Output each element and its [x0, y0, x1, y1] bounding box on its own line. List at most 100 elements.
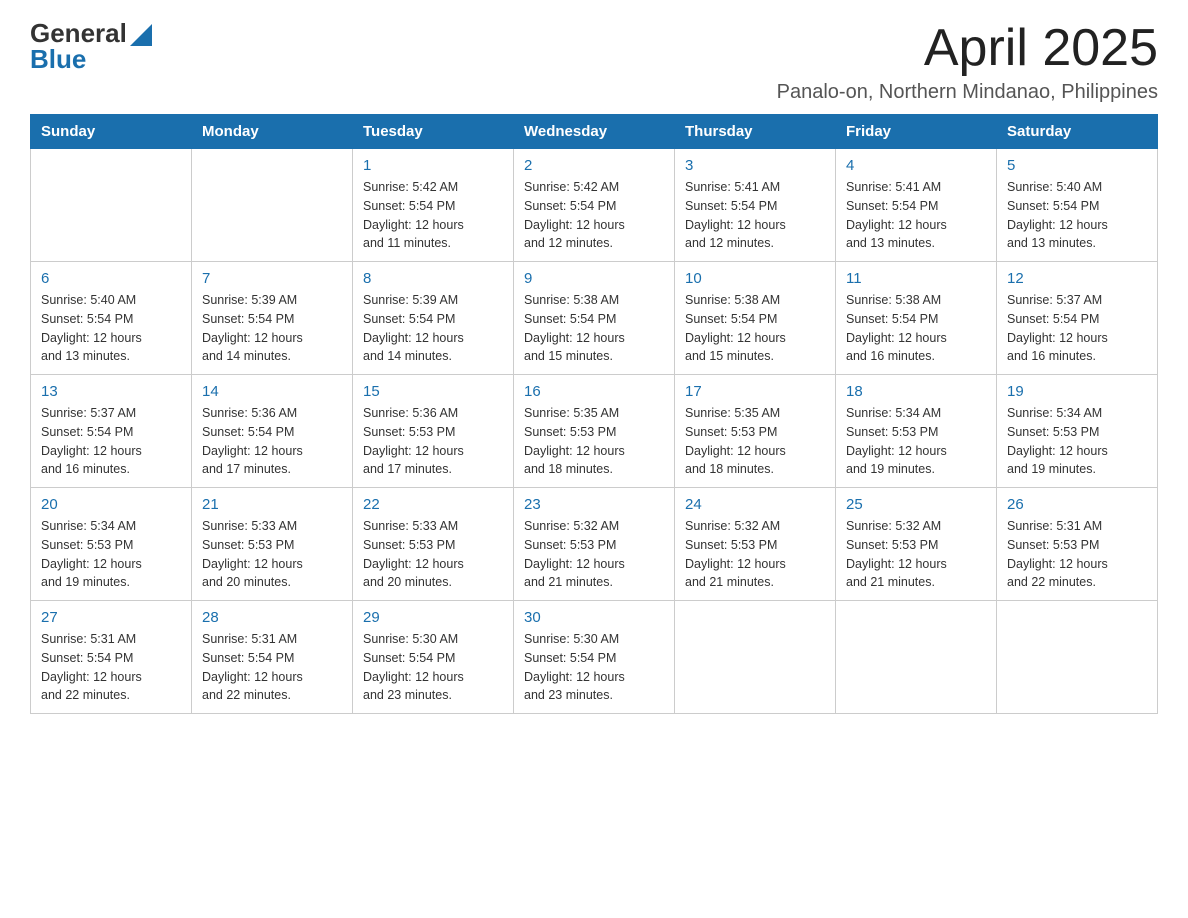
calendar-cell: 13Sunrise: 5:37 AM Sunset: 5:54 PM Dayli… — [31, 375, 192, 488]
day-number: 18 — [846, 383, 986, 400]
calendar-cell: 22Sunrise: 5:33 AM Sunset: 5:53 PM Dayli… — [353, 488, 514, 601]
day-number: 4 — [846, 157, 986, 174]
calendar-cell — [836, 601, 997, 714]
header: General Blue April 2025 Panalo-on, North… — [30, 20, 1158, 104]
calendar-cell — [192, 149, 353, 262]
calendar-cell: 27 Sunrise: 5:31 AM Sunset: 5:54 PM Dayli… — [31, 601, 192, 714]
calendar-header-row: Sunday Monday Tuesday Wednesday Thursday… — [31, 115, 1158, 149]
calendar-cell: 20 Sunrise: 5:34 AM Sunset: 5:53 PM Dayli… — [31, 488, 192, 601]
logo-general-text: General — [30, 20, 127, 46]
col-friday: Friday — [836, 115, 997, 149]
logo-triangle-icon — [130, 24, 152, 46]
calendar-week-row: 20 Sunrise: 5:34 AM Sunset: 5:53 PM Dayli… — [31, 488, 1158, 601]
day-number: 28 — [202, 609, 342, 626]
calendar-table: Sunday Monday Tuesday Wednesday Thursday… — [30, 114, 1158, 714]
day-info: Sunrise: 5:39 AM Sunset: 5:54 PM Dayligh… — [202, 291, 342, 366]
calendar-cell: 9 Sunrise: 5:38 AM Sunset: 5:54 PM Daylig… — [514, 262, 675, 375]
calendar-cell: 19Sunrise: 5:34 AM Sunset: 5:53 PM Dayli… — [997, 375, 1158, 488]
day-number: 9 — [524, 270, 664, 287]
day-info: Sunrise: 5:32 AM Sunset: 5:53 PM Dayligh… — [846, 517, 986, 592]
calendar-cell: 10 Sunrise: 5:38 AM Sunset: 5:54 PM Dayli… — [675, 262, 836, 375]
calendar-cell: 4 Sunrise: 5:41 AM Sunset: 5:54 PM Daylig… — [836, 149, 997, 262]
day-number: 22 — [363, 496, 503, 513]
day-info: Sunrise: 5:31 AM Sunset: 5:53 PM Dayligh… — [1007, 517, 1147, 592]
calendar-week-row: 6 Sunrise: 5:40 AM Sunset: 5:54 PM Daylig… — [31, 262, 1158, 375]
day-number: 21 — [202, 496, 342, 513]
calendar-cell: 8 Sunrise: 5:39 AM Sunset: 5:54 PM Daylig… — [353, 262, 514, 375]
location-subtitle: Panalo-on, Northern Mindanao, Philippine… — [777, 81, 1158, 104]
calendar-cell: 15 Sunrise: 5:36 AM Sunset: 5:53 PM Dayli… — [353, 375, 514, 488]
day-info: Sunrise: 5:36 AM Sunset: 5:54 PM Dayligh… — [202, 404, 342, 479]
day-info: Sunrise: 5:34 AM Sunset: 5:53 PM Dayligh… — [1007, 404, 1147, 479]
calendar-week-row: 1Sunrise: 5:42 AM Sunset: 5:54 PM Daylig… — [31, 149, 1158, 262]
day-number: 29 — [363, 609, 503, 626]
day-info: Sunrise: 5:32 AM Sunset: 5:53 PM Dayligh… — [685, 517, 825, 592]
day-number: 16 — [524, 383, 664, 400]
day-info: Sunrise: 5:42 AM Sunset: 5:54 PM Dayligh… — [363, 178, 503, 253]
calendar-cell — [997, 601, 1158, 714]
calendar-cell: 18 Sunrise: 5:34 AM Sunset: 5:53 PM Dayli… — [836, 375, 997, 488]
calendar-cell: 30 Sunrise: 5:30 AM Sunset: 5:54 PM Dayli… — [514, 601, 675, 714]
calendar-cell: 1Sunrise: 5:42 AM Sunset: 5:54 PM Daylig… — [353, 149, 514, 262]
col-sunday: Sunday — [31, 115, 192, 149]
day-info: Sunrise: 5:40 AM Sunset: 5:54 PM Dayligh… — [1007, 178, 1147, 253]
day-info: Sunrise: 5:38 AM Sunset: 5:54 PM Dayligh… — [524, 291, 664, 366]
col-saturday: Saturday — [997, 115, 1158, 149]
calendar-cell: 29 Sunrise: 5:30 AM Sunset: 5:54 PM Dayli… — [353, 601, 514, 714]
day-number: 30 — [524, 609, 664, 626]
calendar-cell: 2Sunrise: 5:42 AM Sunset: 5:54 PM Daylig… — [514, 149, 675, 262]
col-monday: Monday — [192, 115, 353, 149]
day-info: Sunrise: 5:38 AM Sunset: 5:54 PM Dayligh… — [685, 291, 825, 366]
day-info: Sunrise: 5:37 AM Sunset: 5:54 PM Dayligh… — [1007, 291, 1147, 366]
day-number: 5 — [1007, 157, 1147, 174]
day-info: Sunrise: 5:36 AM Sunset: 5:53 PM Dayligh… — [363, 404, 503, 479]
day-number: 20 — [41, 496, 181, 513]
day-number: 3 — [685, 157, 825, 174]
calendar-cell: 11Sunrise: 5:38 AM Sunset: 5:54 PM Dayli… — [836, 262, 997, 375]
calendar-cell: 26 Sunrise: 5:31 AM Sunset: 5:53 PM Dayli… — [997, 488, 1158, 601]
day-info: Sunrise: 5:31 AM Sunset: 5:54 PM Dayligh… — [41, 630, 181, 705]
day-number: 6 — [41, 270, 181, 287]
day-number: 8 — [363, 270, 503, 287]
calendar-cell: 24Sunrise: 5:32 AM Sunset: 5:53 PM Dayli… — [675, 488, 836, 601]
day-info: Sunrise: 5:30 AM Sunset: 5:54 PM Dayligh… — [363, 630, 503, 705]
col-wednesday: Wednesday — [514, 115, 675, 149]
day-info: Sunrise: 5:34 AM Sunset: 5:53 PM Dayligh… — [41, 517, 181, 592]
day-number: 25 — [846, 496, 986, 513]
calendar-cell: 17Sunrise: 5:35 AM Sunset: 5:53 PM Dayli… — [675, 375, 836, 488]
day-number: 12 — [1007, 270, 1147, 287]
day-number: 15 — [363, 383, 503, 400]
col-tuesday: Tuesday — [353, 115, 514, 149]
logo-blue-text: Blue — [30, 46, 86, 72]
calendar-cell: 21 Sunrise: 5:33 AM Sunset: 5:53 PM Dayli… — [192, 488, 353, 601]
calendar-cell: 14 Sunrise: 5:36 AM Sunset: 5:54 PM Dayli… — [192, 375, 353, 488]
day-info: Sunrise: 5:41 AM Sunset: 5:54 PM Dayligh… — [846, 178, 986, 253]
calendar-cell: 6 Sunrise: 5:40 AM Sunset: 5:54 PM Daylig… — [31, 262, 192, 375]
day-number: 27 — [41, 609, 181, 626]
day-info: Sunrise: 5:37 AM Sunset: 5:54 PM Dayligh… — [41, 404, 181, 479]
day-number: 14 — [202, 383, 342, 400]
day-info: Sunrise: 5:33 AM Sunset: 5:53 PM Dayligh… — [202, 517, 342, 592]
day-info: Sunrise: 5:34 AM Sunset: 5:53 PM Dayligh… — [846, 404, 986, 479]
day-info: Sunrise: 5:30 AM Sunset: 5:54 PM Dayligh… — [524, 630, 664, 705]
calendar-cell: 25 Sunrise: 5:32 AM Sunset: 5:53 PM Dayli… — [836, 488, 997, 601]
day-info: Sunrise: 5:31 AM Sunset: 5:54 PM Dayligh… — [202, 630, 342, 705]
calendar-week-row: 27 Sunrise: 5:31 AM Sunset: 5:54 PM Dayli… — [31, 601, 1158, 714]
day-number: 17 — [685, 383, 825, 400]
title-area: April 2025 Panalo-on, Northern Mindanao,… — [777, 20, 1158, 104]
calendar-cell: 3Sunrise: 5:41 AM Sunset: 5:54 PM Daylig… — [675, 149, 836, 262]
day-info: Sunrise: 5:35 AM Sunset: 5:53 PM Dayligh… — [524, 404, 664, 479]
calendar-cell — [31, 149, 192, 262]
logo: General Blue — [30, 20, 152, 72]
day-number: 10 — [685, 270, 825, 287]
day-info: Sunrise: 5:39 AM Sunset: 5:54 PM Dayligh… — [363, 291, 503, 366]
day-number: 26 — [1007, 496, 1147, 513]
day-number: 23 — [524, 496, 664, 513]
col-thursday: Thursday — [675, 115, 836, 149]
calendar-cell: 5 Sunrise: 5:40 AM Sunset: 5:54 PM Daylig… — [997, 149, 1158, 262]
calendar-cell: 16 Sunrise: 5:35 AM Sunset: 5:53 PM Dayli… — [514, 375, 675, 488]
month-title: April 2025 — [777, 20, 1158, 77]
day-info: Sunrise: 5:38 AM Sunset: 5:54 PM Dayligh… — [846, 291, 986, 366]
calendar-cell — [675, 601, 836, 714]
day-info: Sunrise: 5:40 AM Sunset: 5:54 PM Dayligh… — [41, 291, 181, 366]
